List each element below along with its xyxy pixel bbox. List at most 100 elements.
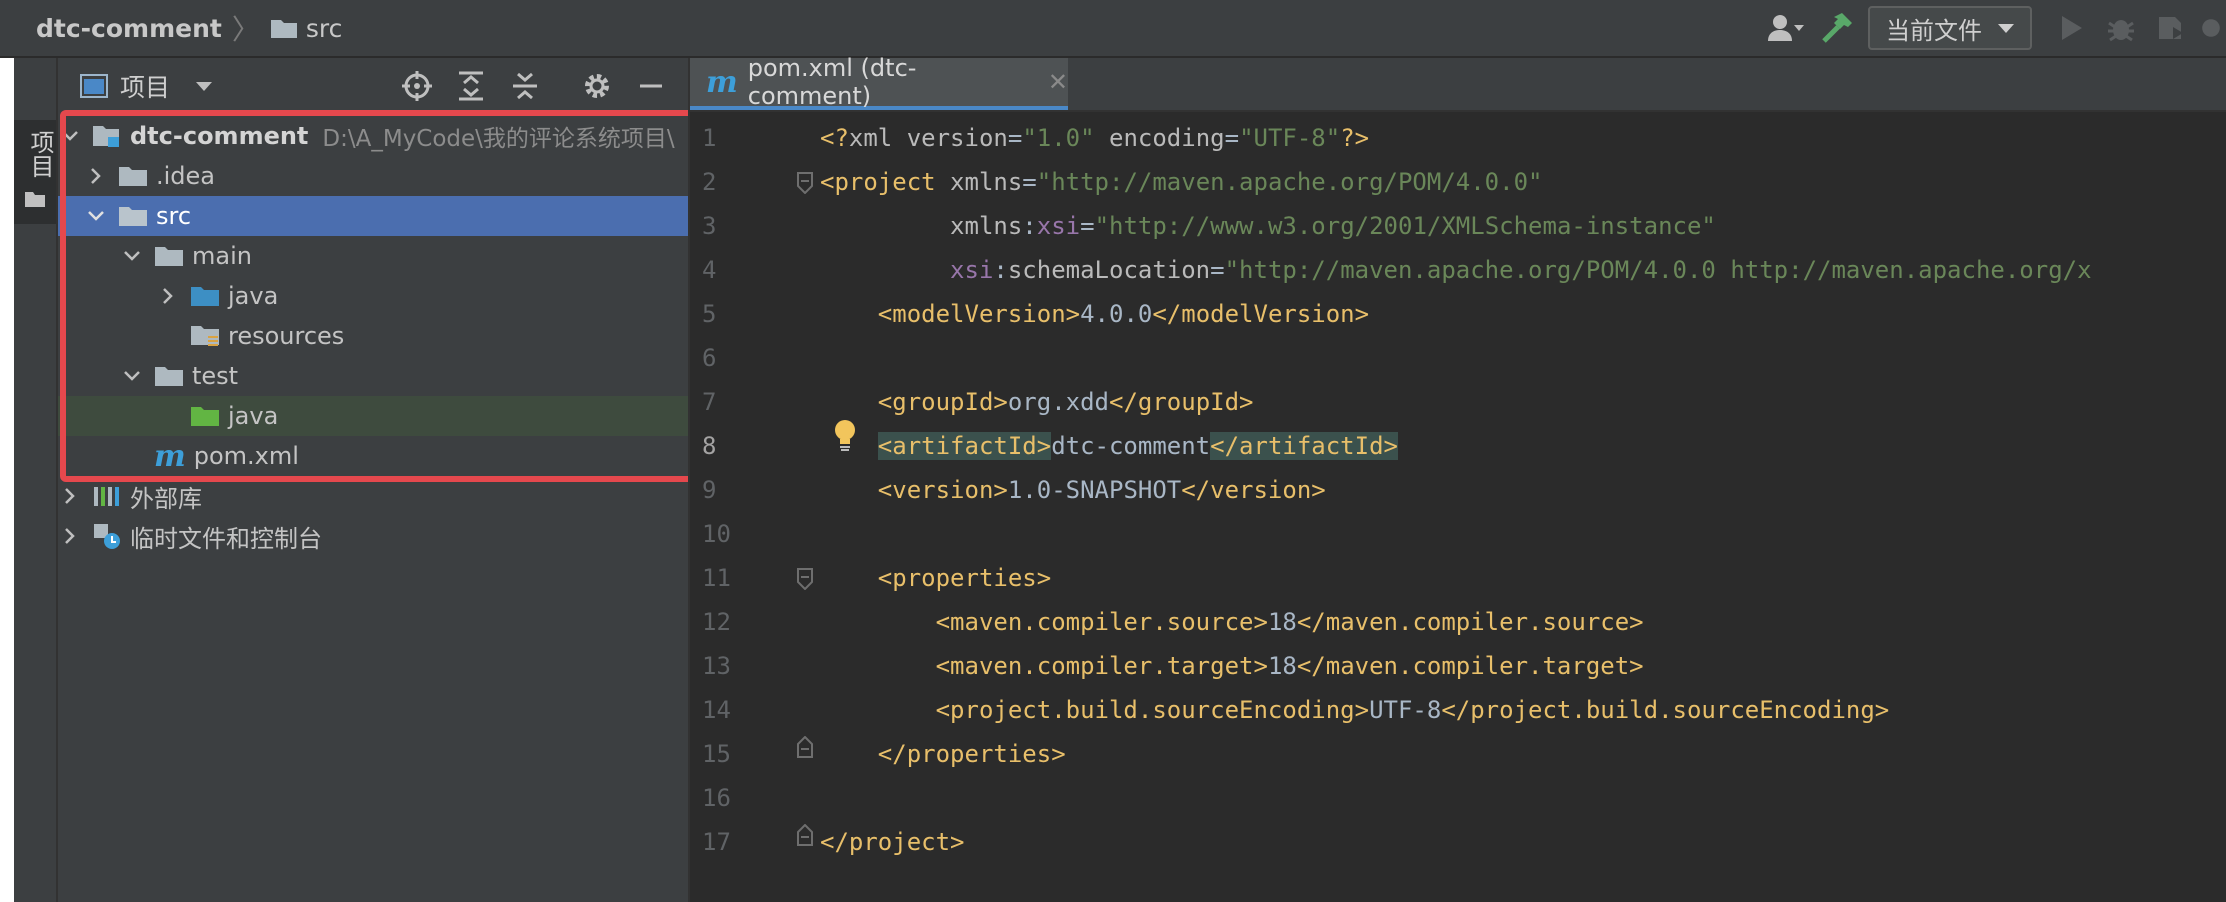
chevron-down-icon[interactable] xyxy=(120,244,144,268)
folder-icon xyxy=(118,164,148,188)
code-area[interactable]: <?xml version="1.0" encoding="UTF-8"?> <… xyxy=(820,116,2226,864)
code-line: <modelVersion>4.0.0</modelVersion> xyxy=(820,300,1370,328)
line-number: 7 xyxy=(702,388,717,416)
folder-icon xyxy=(270,20,297,38)
maven-file-icon: m xyxy=(706,64,738,100)
tree-item-resources[interactable]: resources xyxy=(58,316,688,356)
run-icon[interactable] xyxy=(2050,7,2092,49)
line-number: 4 xyxy=(702,256,717,284)
expand-all-icon[interactable] xyxy=(450,65,492,107)
folder-icon xyxy=(154,244,184,268)
navigation-bar: dtc-comment 〉 src 当前文件 xyxy=(0,0,2226,58)
profiler-icon[interactable] xyxy=(2200,7,2222,49)
locate-file-icon[interactable] xyxy=(396,65,438,107)
source-folder-icon xyxy=(190,284,220,308)
build-hammer-icon[interactable] xyxy=(1816,7,1858,49)
window-edge xyxy=(0,58,14,902)
gear-icon[interactable] xyxy=(576,65,618,107)
chevron-down-icon[interactable] xyxy=(84,204,108,228)
module-folder-icon xyxy=(92,123,122,149)
line-number: 3 xyxy=(702,212,717,240)
tree-item-idea[interactable]: .idea xyxy=(58,156,688,196)
chevron-right-icon[interactable] xyxy=(58,524,82,548)
tree-item-external-libraries[interactable]: 外部库 xyxy=(58,476,688,516)
line-number: 1 xyxy=(702,124,717,152)
chevron-down-icon xyxy=(196,81,213,91)
tree-item-main-java[interactable]: java xyxy=(58,276,688,316)
breadcrumb-separator: 〉 xyxy=(231,13,260,46)
project-view-icon xyxy=(80,74,108,98)
project-tool-tab-label: 项目 xyxy=(26,130,54,178)
chevron-down-icon xyxy=(1998,23,2014,33)
tree-item-label: .idea xyxy=(156,162,216,190)
code-line: <?xml version="1.0" encoding="UTF-8"?> xyxy=(820,124,1370,152)
tree-item-test[interactable]: test xyxy=(58,356,688,396)
project-tree: dtc-comment D:\A_MyCode\我的评论系统项目\ .idea … xyxy=(58,116,688,556)
tree-item-label: resources xyxy=(228,322,345,350)
line-number: 14 xyxy=(702,696,731,724)
fold-marker-icon[interactable] xyxy=(796,824,814,846)
tree-item-label: java xyxy=(228,282,279,310)
hide-panel-icon[interactable] xyxy=(630,65,672,107)
chevron-down-icon[interactable] xyxy=(58,124,82,148)
maven-file-icon: m xyxy=(154,438,186,474)
project-tool-tab[interactable]: 项目 xyxy=(14,120,56,224)
project-view-selector[interactable]: 项目 xyxy=(80,68,213,104)
code-line: <maven.compiler.target>18</maven.compile… xyxy=(820,652,1644,680)
project-panel-header: 项目 xyxy=(58,58,688,114)
breadcrumb-folder[interactable]: src xyxy=(270,13,343,43)
breadcrumb-folder-label: src xyxy=(305,13,343,43)
fold-marker-icon[interactable] xyxy=(796,736,814,758)
scratch-icon xyxy=(92,522,122,550)
tree-item-pom-xml[interactable]: m pom.xml xyxy=(58,436,688,476)
breadcrumb-project[interactable]: dtc-comment xyxy=(36,14,222,43)
folder-icon xyxy=(25,192,45,207)
tree-item-label: 外部库 xyxy=(130,484,202,513)
line-number: 13 xyxy=(702,652,731,680)
code-line: </properties> xyxy=(820,740,1066,768)
line-number: 2 xyxy=(702,168,717,196)
line-number: 17 xyxy=(702,828,731,856)
line-number: 12 xyxy=(702,608,731,636)
line-number: 5 xyxy=(702,300,717,328)
tree-item-src[interactable]: src xyxy=(58,196,688,236)
chevron-right-icon[interactable] xyxy=(156,284,180,308)
code-line: <maven.compiler.source>18</maven.compile… xyxy=(820,608,1644,636)
chevron-right-icon[interactable] xyxy=(58,484,82,508)
code-line: xsi:schemaLocation="http://maven.apache.… xyxy=(820,256,2092,284)
user-account-icon[interactable] xyxy=(1766,7,1808,49)
tab-pom-xml[interactable]: m pom.xml (dtc-comment) ✕ xyxy=(690,54,1068,110)
coverage-icon[interactable] xyxy=(2150,7,2192,49)
fold-marker-icon[interactable] xyxy=(796,568,814,590)
close-icon[interactable]: ✕ xyxy=(1048,68,1068,96)
tree-item-scratches-and-consoles[interactable]: 临时文件和控制台 xyxy=(58,516,688,556)
tool-window-strip: 项目 xyxy=(14,58,58,902)
tree-item-test-java[interactable]: java xyxy=(58,396,688,436)
tree-item-path: D:\A_MyCode\我的评论系统项目\ xyxy=(322,126,675,152)
tree-item-label: pom.xml xyxy=(193,442,299,470)
resources-folder-icon xyxy=(190,323,220,349)
chevron-down-icon[interactable] xyxy=(120,364,144,388)
tree-item-dtc-comment[interactable]: dtc-comment D:\A_MyCode\我的评论系统项目\ xyxy=(58,116,688,156)
breadcrumb: dtc-comment 〉 src xyxy=(36,0,342,56)
code-line: <properties> xyxy=(820,564,1052,592)
line-number-gutter: 1 2 3 4 5 6 7 8 9 10 11 12 13 14 15 16 1… xyxy=(690,116,770,864)
chevron-right-icon[interactable] xyxy=(84,164,108,188)
line-number-current: 8 xyxy=(702,432,717,460)
fold-marker-icon[interactable] xyxy=(796,172,814,194)
code-line: <project xmlns="http://maven.apache.org/… xyxy=(820,168,1543,196)
tree-item-label: test xyxy=(192,362,239,390)
collapse-all-icon[interactable] xyxy=(504,65,546,107)
code-line: <version>1.0-SNAPSHOT</version> xyxy=(820,476,1326,504)
code-line: </project> xyxy=(820,828,965,856)
project-panel-tools xyxy=(390,58,678,114)
debug-icon[interactable] xyxy=(2100,7,2142,49)
toolbar-right: 当前文件 xyxy=(1762,0,2226,56)
tab-label: pom.xml (dtc-comment) xyxy=(747,54,917,110)
line-number: 16 xyxy=(702,784,731,812)
tree-item-main[interactable]: main xyxy=(58,236,688,276)
run-configuration-select[interactable]: 当前文件 xyxy=(1868,6,2032,50)
